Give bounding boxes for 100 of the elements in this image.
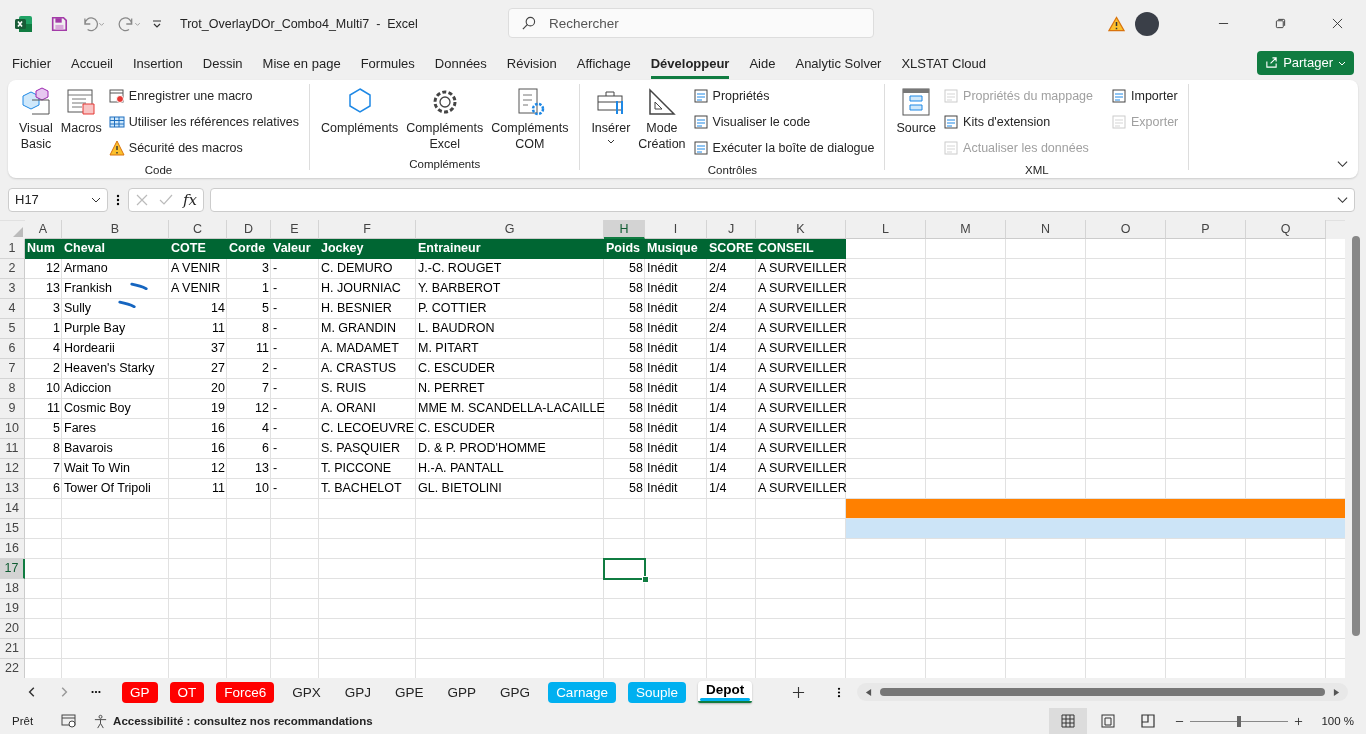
- sheet-tab[interactable]: GPX: [286, 681, 327, 703]
- sheet-tab[interactable]: GPP: [441, 681, 483, 703]
- formula-input[interactable]: [210, 187, 1355, 212]
- column-header[interactable]: D: [227, 219, 271, 239]
- column-header[interactable]: I: [645, 219, 707, 239]
- row-header[interactable]: 19: [0, 598, 25, 619]
- row-header[interactable]: 18: [0, 578, 25, 599]
- column-header[interactable]: E: [271, 219, 319, 239]
- menu-tab[interactable]: Mise en page: [262, 49, 341, 79]
- menu-tab[interactable]: Dessin: [202, 49, 243, 79]
- row-header[interactable]: 12: [0, 458, 25, 479]
- column-header[interactable]: J: [707, 219, 756, 239]
- column-header[interactable]: A: [25, 219, 62, 239]
- ribbon-button[interactable]: Enregistrer une macro: [106, 83, 301, 108]
- row-header[interactable]: 11: [0, 438, 25, 459]
- row-header[interactable]: 20: [0, 618, 25, 639]
- row-header[interactable]: 7: [0, 358, 25, 379]
- row-header[interactable]: 10: [0, 418, 25, 439]
- ribbon-button[interactable]: Kits d'extension: [941, 109, 1096, 134]
- column-header[interactable]: N: [1006, 219, 1086, 239]
- sheet-tab[interactable]: GPG: [494, 681, 537, 703]
- ribbon-button[interactable]: Mode Création: [635, 83, 689, 162]
- row-header[interactable]: 14: [0, 498, 25, 519]
- menu-tab[interactable]: Analytic Solver: [795, 49, 882, 79]
- column-header[interactable]: K: [756, 219, 846, 239]
- row-header[interactable]: 15: [0, 518, 25, 539]
- menu-tab[interactable]: Fichier: [12, 49, 51, 79]
- column-header[interactable]: F: [319, 219, 416, 239]
- menu-tab[interactable]: Aide: [749, 49, 776, 79]
- warning-icon[interactable]: [1108, 15, 1125, 32]
- ribbon-button[interactable]: Source: [893, 83, 940, 162]
- row-header[interactable]: 3: [0, 278, 25, 299]
- row-header[interactable]: 2: [0, 258, 25, 279]
- ribbon-button[interactable]: Propriétés: [690, 83, 877, 108]
- save-icon[interactable]: [50, 14, 68, 33]
- menu-tab[interactable]: Accueil: [71, 49, 113, 79]
- row-header[interactable]: 8: [0, 378, 25, 399]
- accessibility-status[interactable]: Accessibilité : consultez nos recommandations: [93, 713, 373, 729]
- redo-icon[interactable]: [116, 14, 142, 33]
- scroll-right-icon[interactable]: [1333, 687, 1340, 697]
- avatar[interactable]: [1135, 11, 1159, 36]
- name-box[interactable]: H17: [8, 187, 108, 212]
- column-header[interactable]: L: [846, 219, 926, 239]
- zoom-level[interactable]: 100 %: [1321, 715, 1354, 727]
- column-header[interactable]: C: [169, 219, 227, 239]
- ribbon-button[interactable]: Compléments Excel: [403, 83, 487, 156]
- chevron-icon[interactable]: [1337, 159, 1348, 168]
- column-header[interactable]: O: [1086, 219, 1166, 239]
- menu-tab[interactable]: Données: [434, 49, 487, 79]
- column-header[interactable]: B: [62, 219, 169, 239]
- ribbon-button[interactable]: Importer: [1109, 83, 1181, 108]
- sheet-tab[interactable]: Depot: [697, 681, 753, 703]
- insert-function-button[interactable]: fx: [183, 190, 197, 209]
- ribbon-button[interactable]: Macros: [57, 83, 105, 162]
- column-header[interactable]: P: [1166, 219, 1246, 239]
- sheet-tab[interactable]: Force6: [216, 681, 275, 703]
- menu-tab[interactable]: XLSTAT Cloud: [901, 49, 986, 79]
- search-field[interactable]: Rechercher: [508, 8, 874, 38]
- menu-tab[interactable]: Révision: [506, 49, 557, 79]
- ribbon-button[interactable]: Utiliser les références relatives: [106, 109, 301, 134]
- row-header[interactable]: 4: [0, 298, 25, 319]
- row-header[interactable]: 17: [0, 558, 25, 579]
- row-header[interactable]: 16: [0, 538, 25, 559]
- menu-tab[interactable]: Formules: [360, 49, 415, 79]
- more-options-icon[interactable]: [837, 685, 842, 699]
- row-header[interactable]: 13: [0, 478, 25, 499]
- row-header[interactable]: 1: [0, 238, 25, 259]
- row-header[interactable]: 21: [0, 638, 25, 659]
- row-header[interactable]: 9: [0, 398, 25, 419]
- zoom-in-icon[interactable]: [1294, 716, 1304, 726]
- column-header[interactable]: Q: [1246, 219, 1326, 239]
- ribbon-button[interactable]: Visual Basic: [16, 83, 56, 162]
- normal-view-icon[interactable]: [1049, 708, 1088, 734]
- ribbon-button[interactable]: Insérer: [588, 83, 634, 162]
- menu-tab[interactable]: Insertion: [132, 49, 183, 79]
- sheet-tab[interactable]: GPJ: [338, 681, 378, 703]
- add-sheet-icon[interactable]: [792, 685, 806, 699]
- sheet-tab[interactable]: GPE: [389, 681, 430, 703]
- ribbon-button[interactable]: Sécurité des macros: [106, 135, 301, 160]
- scroll-left-icon[interactable]: [865, 687, 873, 697]
- column-header[interactable]: G: [416, 219, 604, 239]
- menu-tab[interactable]: Affichage: [576, 49, 631, 79]
- row-header[interactable]: 6: [0, 338, 25, 359]
- more-options-icon[interactable]: [116, 192, 120, 207]
- ribbon-button[interactable]: Visualiser le code: [690, 109, 877, 134]
- ribbon-button[interactable]: Compléments: [318, 83, 402, 156]
- share-button[interactable]: Partager: [1257, 50, 1354, 75]
- tree-panel-icon: [900, 85, 933, 118]
- horizontal-scrollbar[interactable]: [857, 683, 1348, 701]
- column-header[interactable]: H: [604, 219, 645, 239]
- check-icon[interactable]: [159, 192, 173, 207]
- expand-chevron-icon[interactable]: [1337, 195, 1348, 204]
- column-header[interactable]: M: [926, 219, 1006, 239]
- macro-recording-icon[interactable]: [61, 714, 78, 728]
- ribbon-button[interactable]: Compléments COM: [488, 83, 572, 156]
- ribbon-button[interactable]: Exécuter la boîte de dialogue: [690, 135, 877, 160]
- sheet-tab[interactable]: OT: [169, 681, 205, 703]
- sheet-tab[interactable]: GP: [122, 681, 158, 703]
- customize-caret-icon[interactable]: [152, 18, 162, 29]
- row-header[interactable]: 5: [0, 318, 25, 339]
